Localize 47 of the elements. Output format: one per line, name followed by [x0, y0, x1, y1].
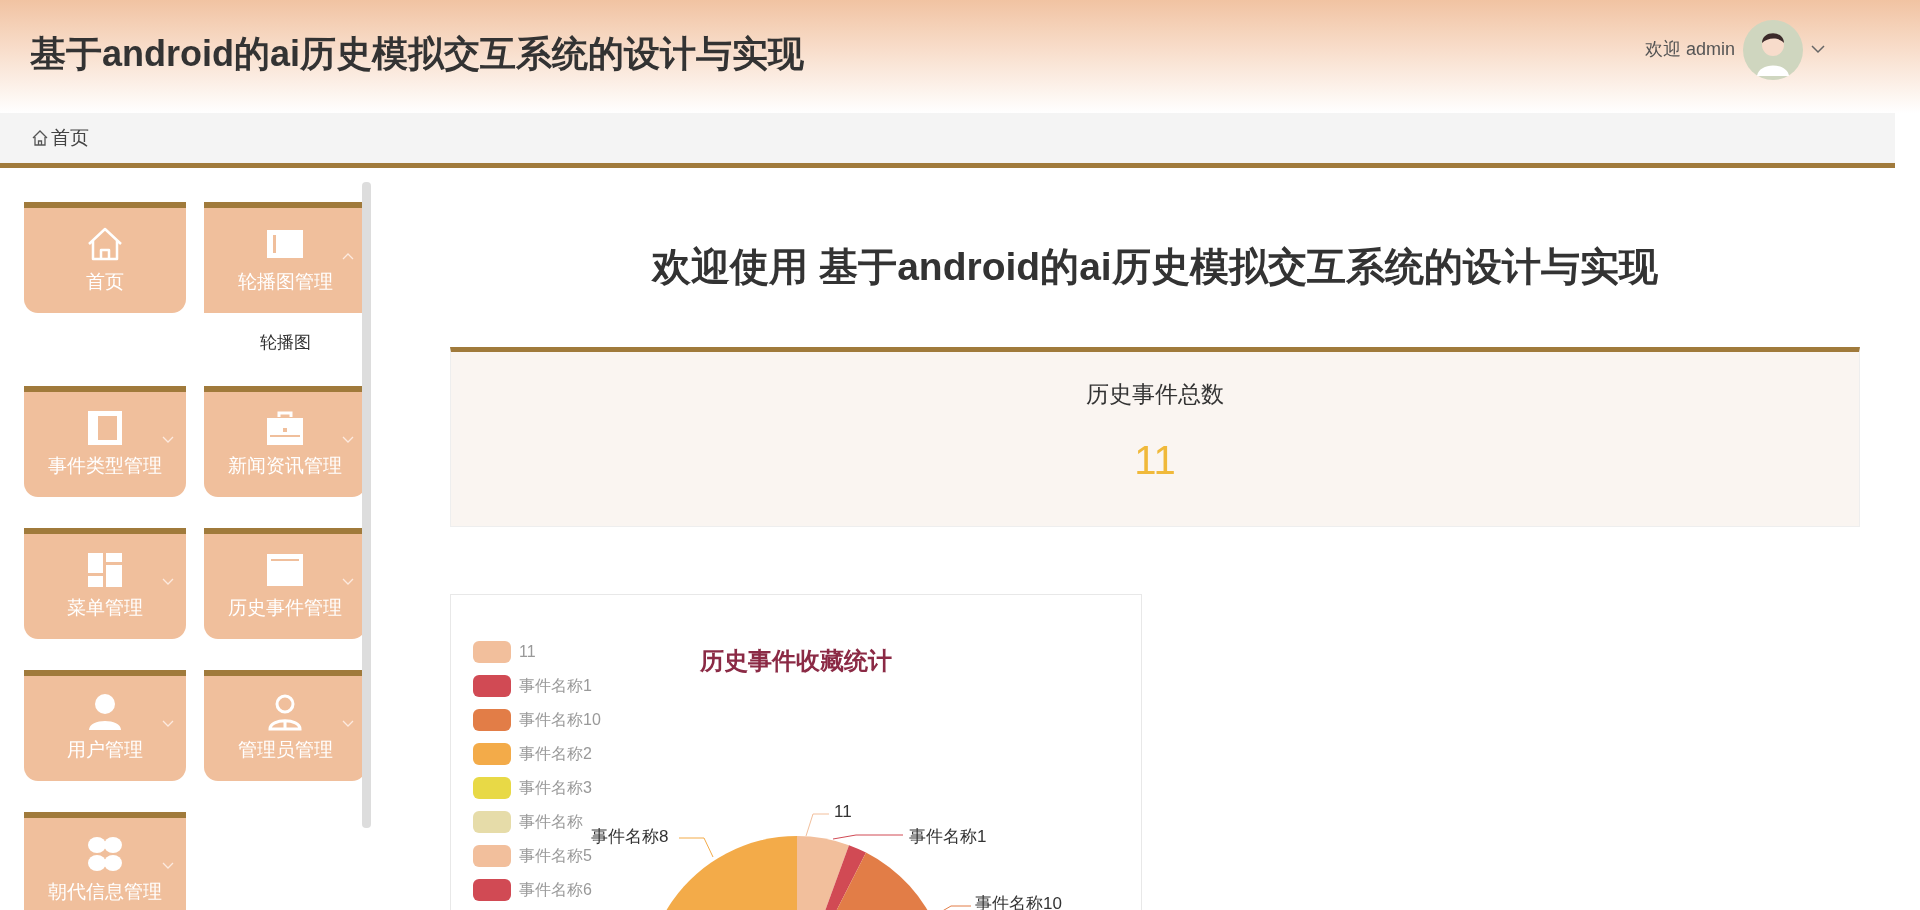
legend-swatch[interactable]: [473, 845, 511, 867]
legend-label[interactable]: 事件名称10: [519, 708, 601, 732]
sidebar-menu-tile[interactable]: 首页: [24, 202, 186, 313]
legend-label[interactable]: 事件名称: [519, 810, 583, 834]
chart-title: 历史事件收藏统计: [700, 646, 892, 676]
legend-label[interactable]: 11: [519, 640, 536, 664]
welcome-user-text: 欢迎 admin: [1644, 38, 1735, 61]
avatar[interactable]: [1743, 19, 1803, 80]
slice-label: 11: [834, 802, 852, 822]
leader-line: [678, 837, 714, 858]
scrollbar-thumb[interactable]: [362, 182, 371, 828]
legend-label[interactable]: 事件名称2: [519, 742, 592, 766]
slice-label: 事件名称1: [909, 827, 987, 847]
app-title: 基于android的ai历史模拟交互系统的设计与实现: [30, 31, 805, 76]
chevron-down-icon: [342, 436, 354, 444]
legend-swatch[interactable]: [473, 641, 511, 663]
legend-swatch[interactable]: [473, 811, 511, 833]
leader-line: [832, 834, 904, 840]
legend-swatch[interactable]: [473, 709, 511, 731]
slice-label: 事件名称8: [591, 827, 669, 847]
chevron-up-icon: [342, 252, 354, 260]
legend-label[interactable]: 事件名称6: [519, 878, 592, 902]
breadcrumb-link[interactable]: 首页: [51, 123, 89, 153]
sidebar-menu-tile[interactable]: 朝代信息管理: [24, 812, 186, 910]
chevron-down-icon: [342, 720, 354, 728]
legend-swatch[interactable]: [473, 743, 511, 765]
chevron-down-icon: [162, 578, 174, 586]
legend-swatch[interactable]: [473, 879, 511, 901]
legend-swatch[interactable]: [473, 675, 511, 697]
chevron-down-icon: [162, 720, 174, 728]
legend-label[interactable]: 事件名称5: [519, 844, 592, 868]
welcome-title: 欢迎使用 基于android的ai历史模拟交互系统的设计与实现: [650, 244, 1659, 290]
sidebar-menu-tile[interactable]: 事件类型管理: [24, 386, 186, 497]
chevron-down-icon: [162, 862, 174, 870]
home-icon: [31, 129, 49, 147]
sidebar-menu-tile[interactable]: 菜单管理: [24, 528, 186, 639]
chevron-down-icon[interactable]: [1811, 45, 1825, 54]
legend-swatch[interactable]: [473, 777, 511, 799]
sidebar-menu-tile[interactable]: 用户管理: [24, 670, 186, 781]
leader-line: [805, 813, 830, 837]
chevron-down-icon: [342, 578, 354, 586]
submenu-item[interactable]: 轮播图: [259, 329, 311, 355]
chevron-down-icon: [162, 436, 174, 444]
stat-label: 历史事件总数: [1086, 380, 1224, 409]
legend-label[interactable]: 事件名称1: [519, 674, 592, 698]
legend-label[interactable]: 事件名称3: [519, 776, 592, 800]
stat-value: 11: [1134, 436, 1176, 484]
